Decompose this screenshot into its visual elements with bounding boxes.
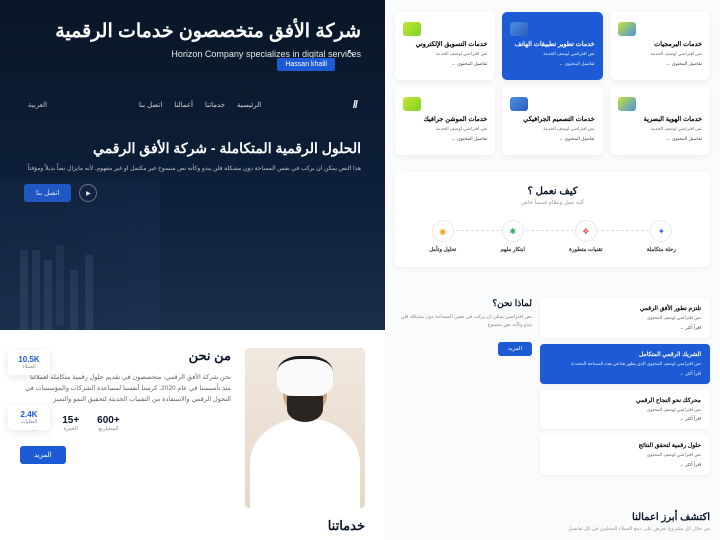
service-title: خدمات التسويق الإلكتروني xyxy=(403,40,487,48)
logo[interactable]: // xyxy=(353,99,357,111)
step-icon: ✦ xyxy=(650,220,672,242)
about-heading: من نحن xyxy=(20,348,231,364)
hero-section: شركة الأفق متخصصون خدمات الرقمية Horizon… xyxy=(0,0,385,330)
service-desc: نص افتراضي لوصف الخدمة xyxy=(403,126,487,132)
service-icon xyxy=(510,97,528,111)
service-title: خدمات الهوية البصرية xyxy=(618,115,702,123)
hero-headline: الحلول الرقمية المتكاملة - شركة الأفق ال… xyxy=(24,139,361,159)
how-we-work: كيف نعمل ؟ آلية عمل ونظام قسماً خاص ✦ رحل… xyxy=(395,172,710,267)
service-title: خدمات تطوير تطبيقات الهاتف xyxy=(510,40,594,48)
why-card-title: تلتزم تطور الأفق الرقمي xyxy=(549,305,701,312)
step-2: ✱ ابتكار ملهم xyxy=(500,220,525,253)
nav-services[interactable]: خدماتنا xyxy=(205,101,225,109)
nav-home[interactable]: الرئيسية xyxy=(237,101,261,109)
service-card-2[interactable]: خدمات التسويق الإلكتروني نص افتراضي لوصف … xyxy=(395,12,495,80)
step-label: ابتكار ملهم xyxy=(500,247,525,253)
service-icon xyxy=(403,97,421,111)
why-card-link[interactable]: اقرأ أكثر ← xyxy=(549,371,701,377)
why-card-0[interactable]: تلتزم تطور الأفق الرقمي نص افتراضي لوصف ا… xyxy=(540,298,710,338)
service-cards-grid: خدمات البرمجيات نص افتراضي لوصف الخدمة تفا… xyxy=(395,12,710,155)
hero-body: هذا النص يمكن ان يركب في نفس المساحة دون… xyxy=(24,165,361,175)
step-label: رحلة متكاملة xyxy=(647,247,676,253)
step-icon: ◉ xyxy=(432,220,454,242)
why-card-desc: نص افتراضي لوصف المحتوى الذي يظهر هنا في… xyxy=(549,361,701,368)
service-icon xyxy=(510,22,528,36)
step-0: ✦ رحلة متكاملة xyxy=(647,220,676,253)
why-card-title: حلول رقمية لتحقق النتائج xyxy=(549,442,701,449)
how-subtitle: آلية عمل ونظام قسماً خاص xyxy=(407,200,698,206)
step-label: تحليل وتأمل xyxy=(429,247,456,253)
service-card-1[interactable]: خدمات تطوير تطبيقات الهاتف نص افتراضي لوص… xyxy=(502,12,602,80)
nav-contact[interactable]: اتصل بنا xyxy=(139,101,162,109)
why-card-desc: نص افتراضي لوصف المحتوى xyxy=(549,452,701,459)
service-title: خدمات الموشن جرافيك xyxy=(403,115,487,123)
service-desc: نص افتراضي لوصف الخدمة xyxy=(510,126,594,132)
service-link[interactable]: تفاصيل المحتوى ← xyxy=(618,136,702,142)
service-icon xyxy=(618,97,636,111)
author-tag: Hassan khalil xyxy=(277,58,335,71)
why-card-desc: نص افتراضي لوصف المحتوى xyxy=(549,407,701,414)
step-label: تقنيات متطورة xyxy=(569,247,603,253)
why-card-link[interactable]: اقرأ أكثر ← xyxy=(549,416,701,422)
why-card-desc: نص افتراضي لوصف المحتوى xyxy=(549,315,701,322)
about-more-button[interactable]: المزيد xyxy=(20,446,66,464)
service-card-3[interactable]: خدمات الهوية البصرية نص افتراضي لوصف الخد… xyxy=(610,87,710,155)
how-heading: كيف نعمل ؟ xyxy=(407,186,698,197)
navbar: // الرئيسية خدماتنا أعمالنا اتصل بنا الع… xyxy=(24,99,361,111)
service-link[interactable]: تفاصيل المحتوى ← xyxy=(403,61,487,67)
portfolio-section: اكتشف أبرز اعمالنا من خلال كل مشروع نحرص… xyxy=(395,512,710,532)
why-card-link[interactable]: اقرأ أكثر ← xyxy=(549,462,701,468)
service-link[interactable]: تفاصيل المحتوى ← xyxy=(618,61,702,67)
service-card-0[interactable]: خدمات البرمجيات نص افتراضي لوصف الخدمة تفا… xyxy=(610,12,710,80)
why-more-button[interactable]: المزيد xyxy=(498,342,532,356)
service-desc: نص افتراضي لوصف الخدمة xyxy=(510,51,594,57)
portfolio-heading: اكتشف أبرز اعمالنا xyxy=(395,512,710,523)
stat-experience: +15الخبرة xyxy=(62,415,79,432)
service-link[interactable]: تفاصيل المحتوى ← xyxy=(510,61,594,67)
service-icon xyxy=(403,22,421,36)
why-card-title: الشريك الرقمي المتكامل xyxy=(549,351,701,358)
city-illustration xyxy=(0,180,160,330)
service-desc: نص افتراضي لوصف الخدمة xyxy=(618,51,702,57)
why-body: نص افتراضي يمكن ان يركب في نفس المساحة د… xyxy=(395,313,532,329)
service-desc: نص افتراضي لوصف الخدمة xyxy=(618,126,702,132)
step-1: ❖ تقنيات متطورة xyxy=(569,220,603,253)
about-body: نحن شركة الأفق الرقمي، متخصصون في تقديم … xyxy=(20,372,231,405)
page-title-ar: شركة الأفق متخصصون خدمات الرقمية xyxy=(24,20,361,43)
stat-projects: +600المشاريع xyxy=(97,415,120,432)
service-title: خدمات البرمجيات xyxy=(618,40,702,48)
service-link[interactable]: تفاصيل المحتوى ← xyxy=(510,136,594,142)
step-3: ◉ تحليل وتأمل xyxy=(429,220,456,253)
service-desc: نص افتراضي لوصف الخدمة xyxy=(403,51,487,57)
service-card-4[interactable]: خدمات التصميم الجرافيكي نص افتراضي لوصف ا… xyxy=(502,87,602,155)
nav-work[interactable]: أعمالنا xyxy=(174,101,193,109)
why-card-2[interactable]: محركك نحو النجاح الرقمي نص افتراضي لوصف ا… xyxy=(540,390,710,430)
language-switch[interactable]: العربية xyxy=(28,101,47,109)
service-card-5[interactable]: خدمات الموشن جرافيك نص افتراضي لوصف الخدم… xyxy=(395,87,495,155)
service-link[interactable]: تفاصيل المحتوى ← xyxy=(403,136,487,142)
why-card-link[interactable]: اقرأ أكثر ← xyxy=(549,325,701,331)
side-stat-clients: 10.5Kالعملاء xyxy=(8,350,50,375)
why-us-section: تلتزم تطور الأفق الرقمي نص افتراضي لوصف ا… xyxy=(395,298,710,475)
step-icon: ✱ xyxy=(502,220,524,242)
step-icon: ❖ xyxy=(575,220,597,242)
why-heading: لماذا نحن؟ xyxy=(395,298,532,309)
service-title: خدمات التصميم الجرافيكي xyxy=(510,115,594,123)
cursor-icon: ↖ xyxy=(347,48,355,59)
portfolio-sub: من خلال كل مشروع نحرص على دمج العملاء ال… xyxy=(395,526,710,532)
side-stat-orders: 2.4Kالطلبات xyxy=(8,405,50,430)
services-heading: خدماتنا xyxy=(328,518,365,534)
service-icon xyxy=(618,22,636,36)
why-card-title: محركك نحو النجاح الرقمي xyxy=(549,397,701,404)
founder-photo xyxy=(245,348,365,508)
why-card-3[interactable]: حلول رقمية لتحقق النتائج نص افتراضي لوصف … xyxy=(540,435,710,475)
about-section: من نحن نحن شركة الأفق الرقمي، متخصصون في… xyxy=(0,330,385,540)
why-card-1[interactable]: الشريك الرقمي المتكامل نص افتراضي لوصف ال… xyxy=(540,344,710,384)
